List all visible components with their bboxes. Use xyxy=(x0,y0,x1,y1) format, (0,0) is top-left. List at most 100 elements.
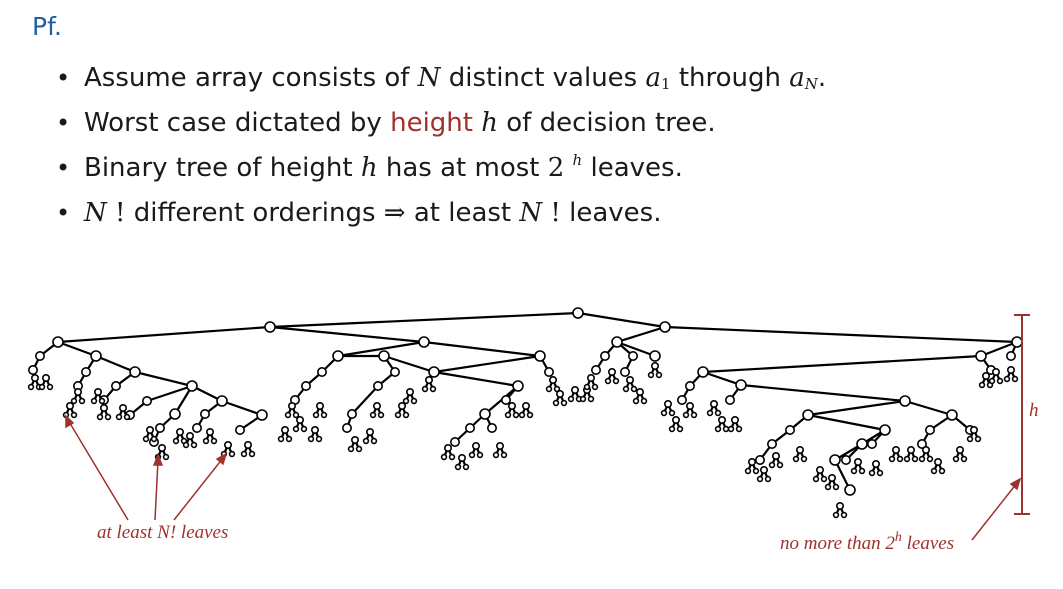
tree-node xyxy=(471,441,480,450)
tree-node xyxy=(70,411,78,419)
tree-node xyxy=(612,377,620,385)
tree-node xyxy=(457,453,466,462)
tree-node xyxy=(960,455,968,463)
tree-node xyxy=(410,397,418,405)
tree-node xyxy=(202,437,210,445)
tree-node xyxy=(365,427,374,436)
tree-node xyxy=(764,475,772,483)
tree-node xyxy=(228,450,236,458)
tree-node xyxy=(362,437,370,445)
tree-node xyxy=(74,387,83,396)
tree-node xyxy=(34,350,45,361)
tree-node xyxy=(552,399,560,407)
tree-node xyxy=(119,403,128,412)
tree-node xyxy=(567,395,575,403)
tree-node xyxy=(820,475,828,483)
tree-node xyxy=(891,445,900,454)
tree-node xyxy=(671,415,680,424)
tree-node xyxy=(372,401,381,410)
tree-node xyxy=(104,413,112,421)
tree-node xyxy=(622,385,630,393)
tree-node xyxy=(30,373,39,382)
tree-node xyxy=(1011,375,1019,383)
tree-node xyxy=(768,461,776,469)
tree-node xyxy=(507,401,516,410)
tree-node xyxy=(754,454,765,465)
tree-node xyxy=(676,394,687,405)
tree-node xyxy=(668,409,676,417)
tree-node xyxy=(812,475,820,483)
tree-node xyxy=(315,401,324,410)
tree-node xyxy=(650,361,659,370)
tree-node xyxy=(448,453,456,461)
tree-node xyxy=(587,395,595,403)
tree-node xyxy=(115,413,123,421)
tree-node xyxy=(647,371,655,379)
tree-node xyxy=(706,409,714,417)
tree-node xyxy=(572,307,584,319)
tree-node xyxy=(316,366,327,377)
tree-node xyxy=(682,411,690,419)
tree-node xyxy=(635,387,644,396)
tree-node xyxy=(548,375,557,384)
tree-node xyxy=(607,367,616,376)
tree-node xyxy=(879,424,891,436)
tree-node xyxy=(840,454,851,465)
tree-node xyxy=(924,424,935,435)
tree-node xyxy=(332,350,344,362)
tree-edge xyxy=(94,354,137,374)
tree-node xyxy=(256,409,268,421)
tree-node xyxy=(996,377,1004,385)
tree-node xyxy=(906,445,915,454)
tree-node xyxy=(27,383,35,391)
tree-node xyxy=(896,455,904,463)
tree-node xyxy=(240,450,248,458)
tree-node xyxy=(684,380,695,391)
tree-node xyxy=(604,377,612,385)
tree-node xyxy=(579,395,587,403)
tree-node xyxy=(545,385,553,393)
tree-node xyxy=(840,511,848,519)
tree-node xyxy=(500,394,511,405)
tree-node xyxy=(355,445,363,453)
tree-node xyxy=(397,401,406,410)
tree-node xyxy=(1006,365,1015,374)
tree-node xyxy=(476,451,484,459)
tree-node xyxy=(123,413,131,421)
tree-node xyxy=(377,411,385,419)
tree-node xyxy=(216,395,228,407)
tree-node xyxy=(402,411,410,419)
tree-node xyxy=(292,411,300,419)
tree-node xyxy=(428,366,440,378)
tree-edge xyxy=(220,399,264,417)
tree-node xyxy=(560,399,568,407)
tree-node xyxy=(969,425,978,434)
tree-node xyxy=(899,395,911,407)
tree-node xyxy=(792,455,800,463)
tree-node xyxy=(192,422,203,433)
tree-node xyxy=(649,350,661,362)
tree-node xyxy=(802,409,814,421)
tree-node xyxy=(158,443,167,452)
right-arrow xyxy=(971,477,1022,541)
tree-node xyxy=(727,425,735,433)
tree-node xyxy=(888,455,896,463)
tree-node xyxy=(946,409,958,421)
left-label: at least N! leaves xyxy=(97,522,228,543)
tree-node xyxy=(235,424,246,435)
tree-node xyxy=(543,366,554,377)
tree-node xyxy=(850,467,858,475)
tree-node xyxy=(955,445,964,454)
tree-node xyxy=(320,411,328,419)
tree-node xyxy=(78,397,86,405)
tree-node xyxy=(570,385,579,394)
tree-node xyxy=(111,380,122,391)
tree-node xyxy=(800,455,808,463)
tree-edge xyxy=(133,370,194,388)
tree-edge xyxy=(576,311,667,329)
tree-edge xyxy=(701,354,983,374)
tree-node xyxy=(832,483,840,491)
tree-node xyxy=(759,465,768,474)
tree-node xyxy=(991,367,1000,376)
tree-edge xyxy=(56,340,98,358)
